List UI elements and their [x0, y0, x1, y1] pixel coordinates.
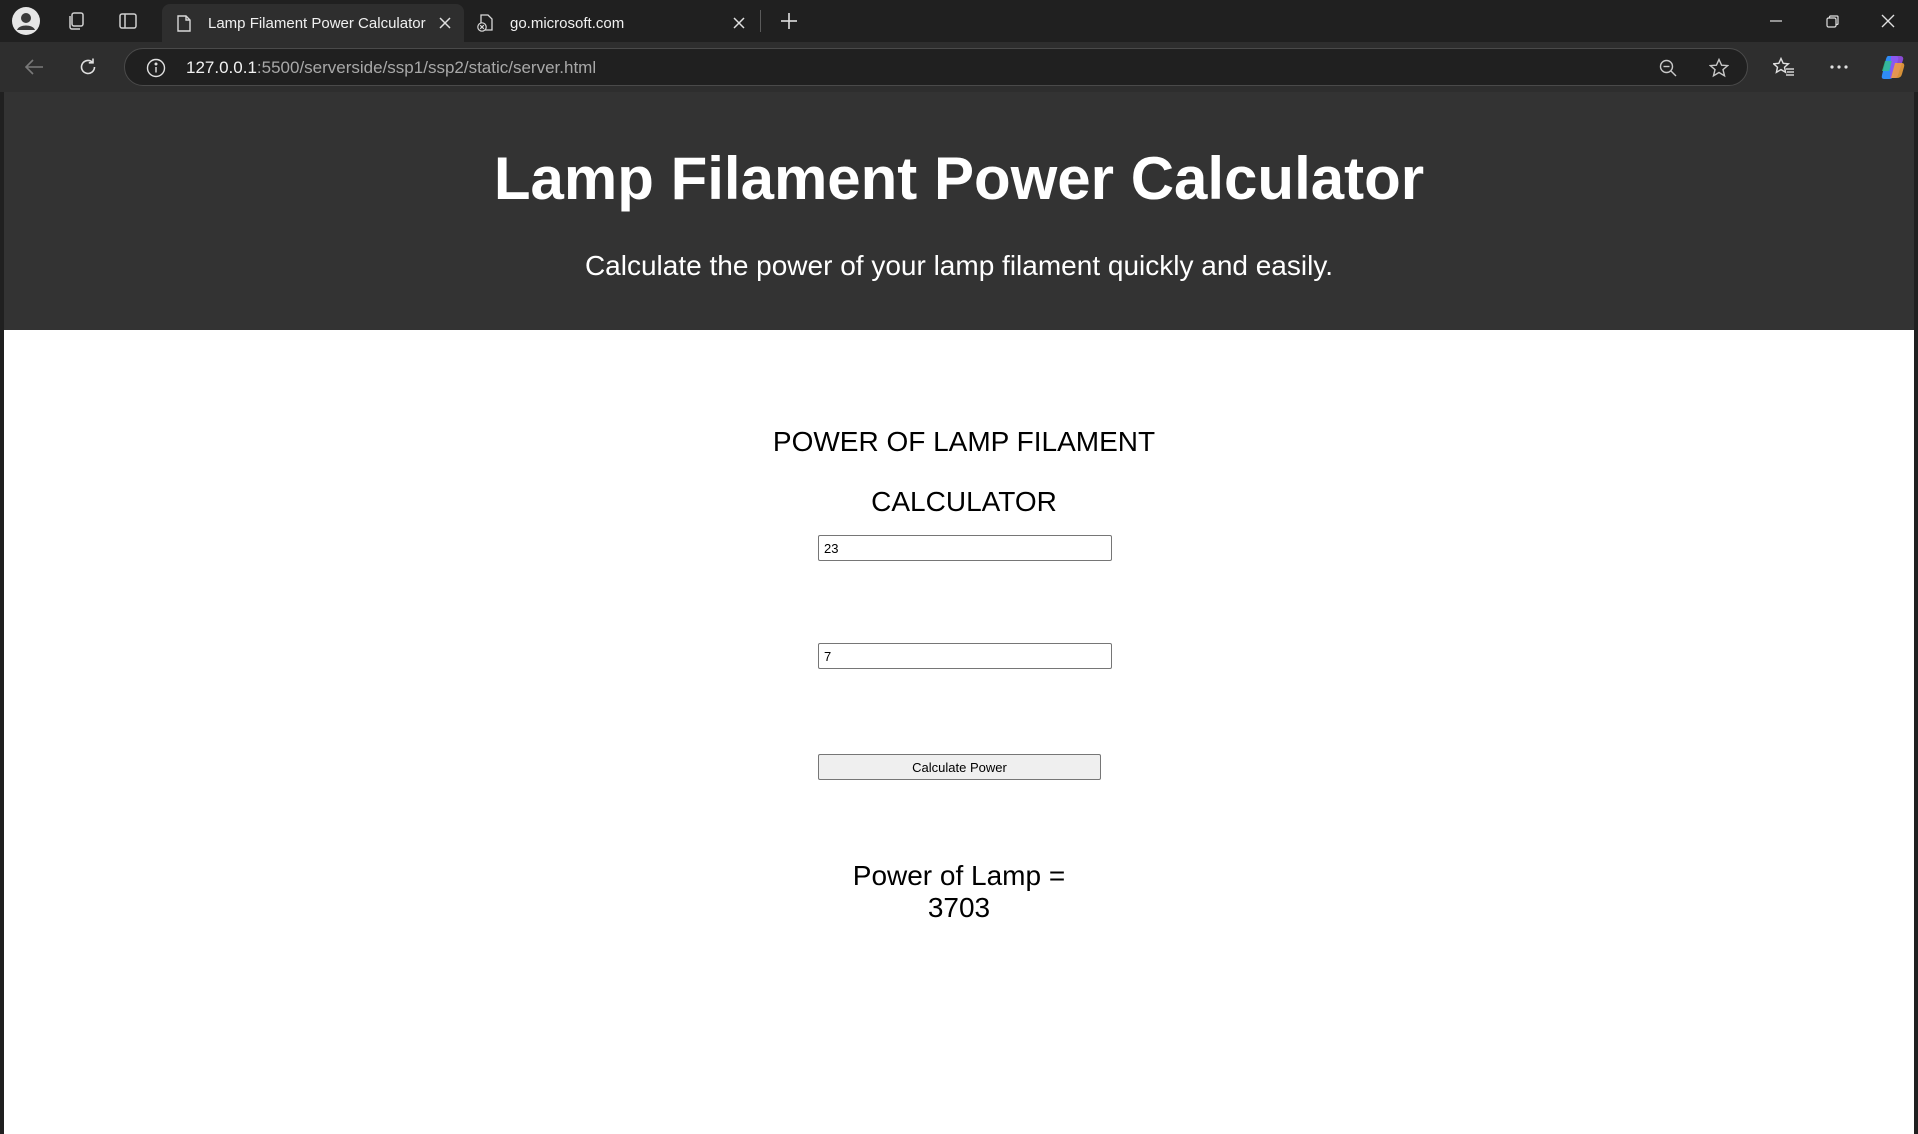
form-heading-line-2: CALCULATOR	[871, 486, 1057, 517]
result-value: 3703	[927, 892, 991, 923]
tab-lamp-calculator[interactable]: Lamp Filament Power Calculator	[162, 4, 464, 42]
back-arrow-icon[interactable]	[16, 50, 52, 84]
input-field-1[interactable]	[818, 535, 1112, 561]
close-tab-icon[interactable]	[432, 10, 458, 36]
workspaces-icon[interactable]	[59, 5, 93, 37]
copilot-icon[interactable]	[1875, 50, 1911, 84]
tab-go-microsoft[interactable]: go.microsoft.com	[464, 4, 758, 42]
form-heading-line-1: POWER OF LAMP FILAMENT	[772, 426, 1156, 457]
zoom-out-icon[interactable]	[1653, 54, 1683, 82]
browser-toolbar: 127.0.0.1:5500/serverside/ssp1/ssp2/stat…	[0, 42, 1918, 92]
address-bar[interactable]: 127.0.0.1:5500/serverside/ssp1/ssp2/stat…	[124, 48, 1748, 86]
new-tab-icon[interactable]	[772, 5, 806, 37]
favorite-star-icon[interactable]	[1704, 54, 1734, 82]
vertical-tabs-icon[interactable]	[111, 5, 145, 37]
tab-separator	[760, 10, 761, 32]
url-text[interactable]: 127.0.0.1:5500/serverside/ssp1/ssp2/stat…	[186, 58, 596, 78]
tab-title: go.microsoft.com	[510, 14, 625, 32]
calculate-power-button[interactable]: Calculate Power	[818, 754, 1101, 780]
restore-icon[interactable]	[1804, 0, 1860, 42]
profile-avatar-icon[interactable]	[9, 5, 43, 37]
minimize-icon[interactable]	[1748, 0, 1804, 42]
page-subtitle: Calculate the power of your lamp filamen…	[584, 250, 1334, 281]
input-field-2[interactable]	[818, 643, 1112, 669]
close-tab-icon[interactable]	[726, 10, 752, 36]
window-close-icon[interactable]	[1860, 0, 1916, 42]
web-page: Lamp Filament Power Calculator Calculate…	[4, 92, 1914, 1134]
more-options-icon[interactable]	[1821, 50, 1857, 84]
result-output: Power of Lamp = 3703	[834, 860, 1084, 924]
url-host: 127.0.0.1	[186, 58, 257, 77]
page-header: Lamp Filament Power Calculator Calculate…	[4, 92, 1914, 330]
document-icon	[174, 13, 194, 33]
tab-strip: Lamp Filament Power Calculator go.micros…	[0, 0, 1918, 42]
page-title: Lamp Filament Power Calculator	[493, 145, 1425, 212]
favorites-icon[interactable]	[1766, 50, 1802, 84]
url-path: :5500/serverside/ssp1/ssp2/static/server…	[256, 58, 597, 77]
tab-title: Lamp Filament Power Calculator	[208, 14, 426, 32]
result-label: Power of Lamp =	[852, 860, 1066, 891]
site-info-icon[interactable]	[145, 57, 167, 79]
error-document-icon	[476, 13, 496, 33]
refresh-icon[interactable]	[70, 50, 106, 84]
